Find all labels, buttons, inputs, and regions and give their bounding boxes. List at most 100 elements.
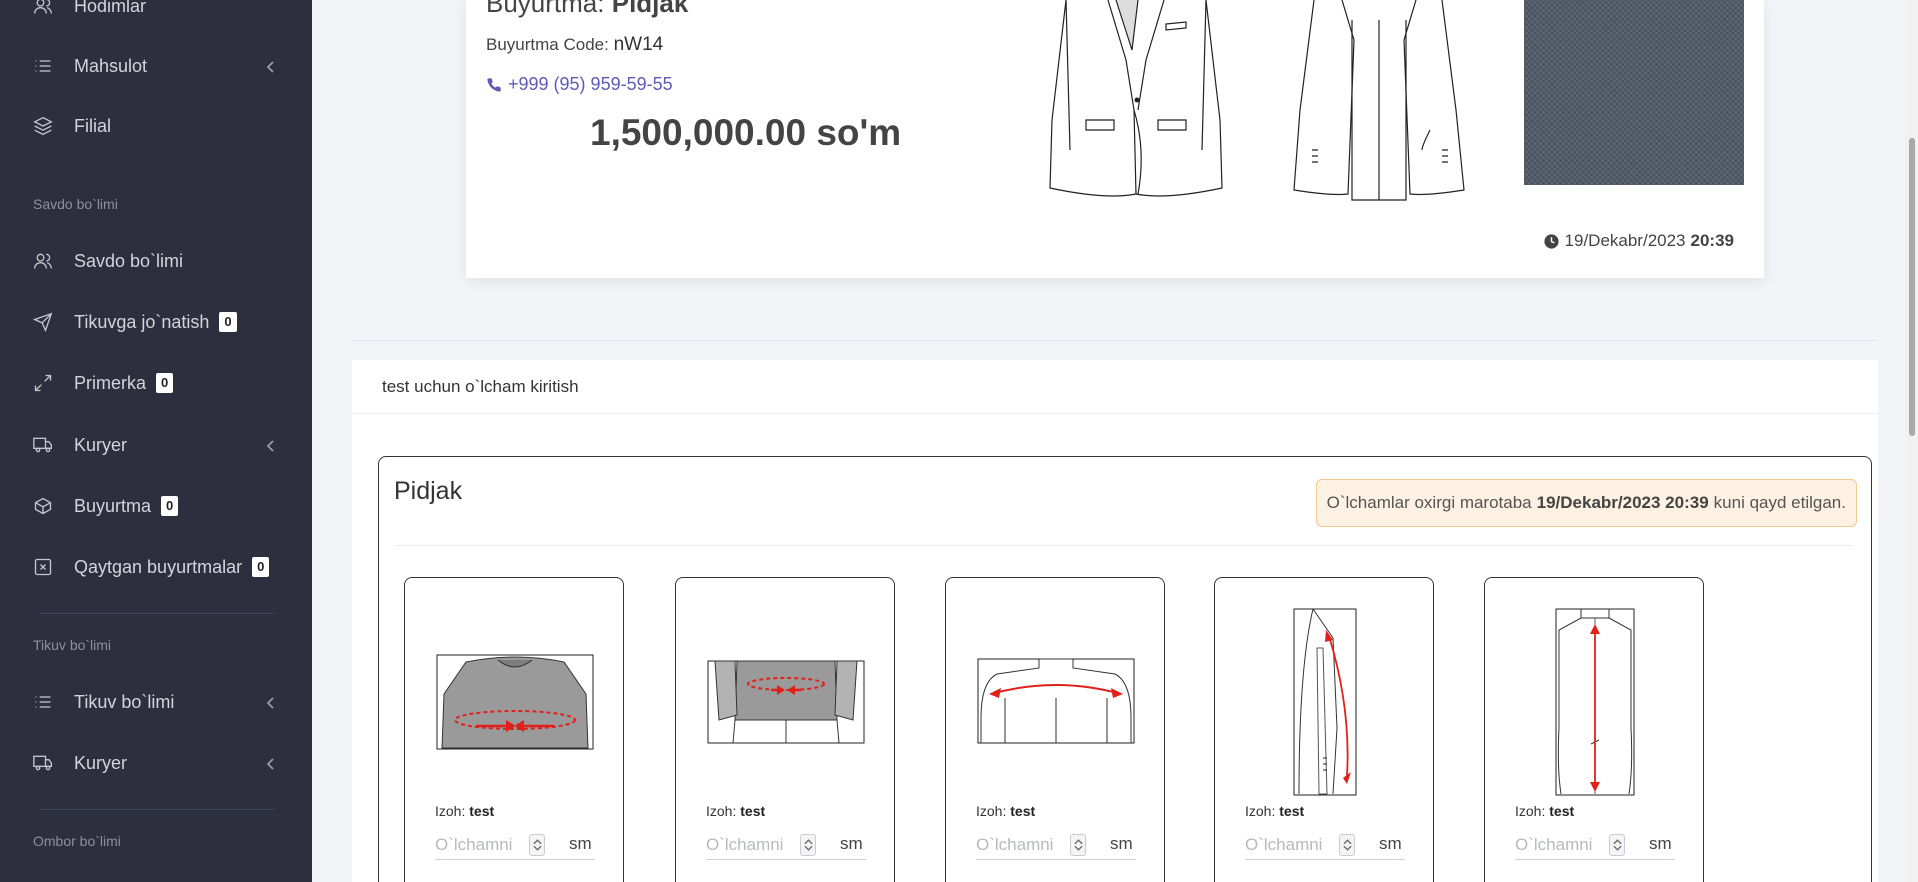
chevron-left-icon	[264, 58, 278, 73]
measure-card-chest: Izoh: test sm	[404, 577, 624, 882]
chevron-left-icon	[264, 755, 278, 770]
measure-input[interactable]	[706, 834, 800, 855]
page-scrollbar[interactable]	[1906, 0, 1918, 882]
sidebar-item-filial[interactable]: Filial	[0, 106, 312, 146]
truck-icon	[32, 434, 54, 456]
list-icon	[32, 55, 54, 77]
order-price: 1,500,000.00 so'm	[590, 112, 902, 153]
order-date: 19/Dekabr/2023 20:39	[1543, 231, 1734, 251]
count-badge: 0	[161, 496, 179, 516]
sidebar-item-mahsulot[interactable]: Mahsulot	[0, 46, 312, 86]
jacket-front-image	[1049, 0, 1223, 197]
chevron-left-icon	[264, 694, 278, 709]
main-content: Buyurtma: Pidjak Buyurtma Code: nW14 +99…	[312, 0, 1918, 882]
waist-measure-image	[706, 660, 866, 744]
sidebar-item-buyurtma[interactable]: Buyurtma 0	[0, 486, 312, 526]
note-suffix: kuni qayd etilgan.	[1713, 493, 1846, 512]
izoh-text: Izoh: test	[435, 803, 494, 819]
count-badge: 0	[219, 312, 237, 332]
sidebar-item-label: Tikuv bo`limi	[74, 691, 175, 712]
sidebar-item-label: Kuryer	[74, 434, 128, 455]
order-code-label: Buyurtma Code:	[486, 35, 609, 54]
measure-card-waist: Izoh: test sm	[675, 577, 895, 882]
section-divider	[352, 340, 1878, 341]
measure-input-row: sm	[435, 830, 595, 860]
fabric-swatch-image	[1524, 0, 1744, 185]
sleeve-measure-image	[1245, 608, 1405, 796]
stepper-icon[interactable]	[529, 833, 545, 856]
measure-input[interactable]	[1515, 834, 1609, 855]
sidebar-item-tikuvga-jonatish[interactable]: Tikuvga jo`natish 0	[0, 302, 312, 342]
measure-panel: test uchun o`lcham kiritish Pidjak O`lch…	[352, 360, 1878, 882]
users-icon	[32, 250, 54, 272]
x-square-icon	[32, 556, 54, 578]
sidebar-item-label: Mahsulot	[74, 55, 148, 76]
users-icon	[32, 0, 54, 17]
length-measure-image	[1515, 608, 1675, 796]
measure-input[interactable]	[1245, 834, 1339, 855]
sidebar-item-savdo[interactable]: Savdo bo`limi	[0, 241, 312, 281]
order-code-value: nW14	[613, 34, 664, 55]
count-badge: 0	[252, 557, 270, 577]
sidebar-item-label: Tikuvga jo`natish	[74, 311, 210, 332]
unit-label: sm	[1649, 834, 1672, 853]
box-icon	[32, 495, 54, 517]
sidebar-item-qaytgan-buyurtmalar[interactable]: Qaytgan buyurtmalar 0	[0, 547, 312, 587]
izoh-label: Izoh:	[706, 803, 737, 819]
sidebar-item-tikuv[interactable]: Tikuv bo`limi	[0, 682, 312, 722]
stepper-icon[interactable]	[1339, 833, 1355, 856]
izoh-value: test	[740, 803, 766, 819]
section-title-tikuv: Tikuv bo`limi	[33, 637, 112, 653]
unit-label: sm	[840, 834, 863, 853]
unit-label: sm	[1110, 834, 1133, 853]
sidebar-item-label: Hodimlar	[74, 0, 147, 16]
chevron-left-icon	[264, 437, 278, 452]
order-phone-link[interactable]: +999 (95) 959-59-55	[486, 74, 673, 95]
measure-card-sleeve: Izoh: test sm	[1214, 577, 1434, 882]
truck-icon	[32, 752, 54, 774]
expand-icon	[32, 372, 54, 394]
measure-panel-title: test uchun o`lcham kiritish	[382, 377, 579, 396]
measure-input[interactable]	[435, 834, 529, 855]
measure-input[interactable]	[976, 834, 1070, 855]
stepper-icon[interactable]	[1070, 833, 1086, 856]
order-time-value: 20:39	[1690, 231, 1734, 250]
sidebar-item-primerka[interactable]: Primerka 0	[0, 363, 312, 403]
izoh-label: Izoh:	[1245, 803, 1276, 819]
note-date: 19/Dekabr/2023 20:39	[1536, 493, 1709, 512]
scrollbar-thumb[interactable]	[1909, 138, 1915, 436]
stepper-icon[interactable]	[1609, 833, 1625, 856]
izoh-label: Izoh:	[976, 803, 1007, 819]
stepper-icon[interactable]	[800, 833, 816, 856]
sidebar-item-label: Qaytgan buyurtmalar	[74, 556, 243, 577]
izoh-value: test	[1279, 803, 1305, 819]
izoh-label: Izoh:	[1515, 803, 1546, 819]
sidebar-item-kuryer[interactable]: Kuryer	[0, 425, 312, 465]
section-title-ombor: Ombor bo`limi	[33, 833, 121, 849]
layers-icon	[32, 115, 54, 137]
measure-card-length: Izoh: test sm	[1484, 577, 1704, 882]
izoh-value: test	[1010, 803, 1036, 819]
measure-input-row: sm	[1515, 830, 1675, 860]
sidebar-item-hodimlar[interactable]: Hodimlar	[0, 0, 312, 26]
section-title-savdo: Savdo bo`limi	[33, 196, 118, 212]
sidebar-divider	[40, 613, 274, 614]
chest-measure-image	[435, 654, 595, 750]
box-divider	[394, 545, 1854, 546]
izoh-text: Izoh: test	[1515, 803, 1574, 819]
count-badge: 0	[156, 373, 174, 393]
izoh-text: Izoh: test	[976, 803, 1035, 819]
note-prefix: O`lchamlar oxirgi marotaba	[1326, 493, 1532, 512]
izoh-value: test	[1549, 803, 1575, 819]
last-updated-note: O`lchamlar oxirgi marotaba 19/Dekabr/202…	[1315, 479, 1857, 527]
phone-icon	[487, 77, 501, 92]
sidebar-item-kuryer-tikuv[interactable]: Kuryer	[0, 743, 312, 783]
order-phone: +999 (95) 959-59-55	[508, 74, 673, 94]
list-icon	[32, 691, 54, 713]
order-title-value: Pidjak	[611, 0, 689, 18]
measure-input-row: sm	[706, 830, 866, 860]
izoh-text: Izoh: test	[706, 803, 765, 819]
clock-icon	[1543, 233, 1559, 249]
sidebar-divider	[40, 809, 274, 810]
order-card: Buyurtma: Pidjak Buyurtma Code: nW14 +99…	[466, 0, 1764, 278]
